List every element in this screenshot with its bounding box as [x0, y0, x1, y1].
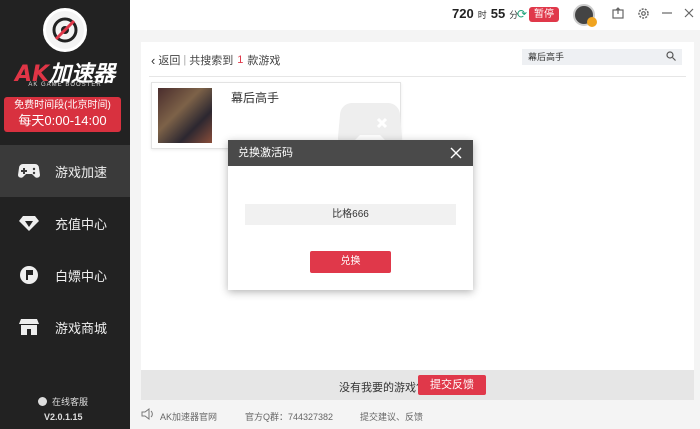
back-link[interactable]: 返回 — [158, 52, 180, 68]
logo-subtitle: AK GAME BOOSTER — [28, 82, 102, 88]
avatar[interactable] — [573, 4, 597, 27]
submit-feedback-button[interactable]: 提交反馈 — [418, 375, 486, 395]
dialog-header: 兑换激活码 — [228, 140, 473, 166]
result-prefix: 共搜索到 — [189, 55, 234, 67]
top-bar: 720 时 55 分 ⟳ 暂停 — [130, 0, 700, 30]
gamepad-icon — [18, 160, 40, 182]
game-card[interactable]: 幕后高手 — [151, 82, 402, 149]
close-icon[interactable] — [682, 7, 696, 21]
app-version: V2.0.1.15 — [44, 412, 83, 422]
sidebar-item-game-boost[interactable]: 游戏加速 — [0, 145, 130, 197]
feedback-prompt: 没有我要的游戏? — [339, 382, 423, 394]
sidebar-item-label: 充值中心 — [55, 216, 108, 232]
sidebar-item-freebies[interactable]: 白嫖中心 — [0, 249, 130, 301]
sidebar: AK加速器 AK GAME BOOSTER 免费时间段(北京时间) 每天0:00… — [0, 0, 130, 429]
sidebar-footer: 在线客服 V2.0.1.15 — [0, 395, 130, 429]
diamond-icon — [18, 212, 40, 234]
gear-icon[interactable] — [636, 7, 650, 21]
dialog-title: 兑换激活码 — [238, 147, 293, 159]
pause-button[interactable]: 暂停 — [529, 7, 559, 22]
app-logo: AK加速器 AK GAME BOOSTER — [0, 0, 130, 95]
feedback-bar: 没有我要的游戏? 提交反馈 — [141, 370, 694, 400]
online-service-link[interactable]: 在线客服 — [38, 395, 88, 408]
vip-badge-icon — [587, 17, 597, 27]
breadcrumb: ‹ 返回 | 共搜索到 1 款游戏 — [151, 52, 280, 68]
sidebar-item-recharge[interactable]: 充值中心 — [0, 197, 130, 249]
minutes-value: 55 — [490, 6, 506, 21]
flag-icon — [18, 264, 40, 286]
free-time-heading: 免费时间段(北京时间) — [14, 100, 111, 111]
share-icon[interactable] — [611, 7, 625, 21]
footer: AK加速器官网 官方Q群：744327382 提交建议、反馈 — [130, 400, 700, 429]
free-time-banner: 免费时间段(北京时间) 每天0:00-14:00 — [4, 97, 121, 132]
breadcrumb-separator: | — [183, 54, 187, 66]
redeem-code-dialog: 兑换激活码 比格666 兑换 — [228, 140, 473, 290]
sidebar-item-store[interactable]: 游戏商城 — [0, 301, 130, 353]
search-input[interactable]: 幕后高手 — [522, 49, 682, 65]
hours-unit: 时 — [477, 10, 487, 20]
result-suffix: 款游戏 — [247, 55, 281, 67]
redeem-button[interactable]: 兑换 — [310, 251, 391, 273]
result-count: 1 — [237, 54, 244, 66]
sidebar-item-label: 白嫖中心 — [55, 268, 108, 284]
official-site-link[interactable]: AK加速器官网 — [160, 410, 217, 423]
headset-icon — [38, 397, 47, 406]
refresh-icon[interactable]: ⟳ — [517, 7, 527, 21]
sidebar-nav: 游戏加速 充值中心 白嫖中心 游戏商城 — [0, 145, 130, 353]
suggestion-link[interactable]: 提交建议、反馈 — [360, 410, 423, 423]
game-cover-image — [158, 88, 212, 143]
sidebar-item-label: 游戏商城 — [55, 320, 108, 336]
remaining-time: 720 时 55 分 — [452, 6, 522, 21]
speaker-icon — [141, 408, 153, 420]
activation-code-input[interactable]: 比格666 — [245, 204, 456, 225]
chevron-left-icon[interactable]: ‹ — [151, 53, 155, 68]
divider — [149, 76, 686, 77]
sidebar-item-label: 游戏加速 — [55, 164, 108, 180]
hours-value: 720 — [452, 6, 474, 21]
minimize-icon[interactable] — [660, 7, 674, 21]
qq-group-link[interactable]: 官方Q群：744327382 — [245, 410, 333, 423]
free-time-hours: 每天0:00-14:00 — [18, 113, 107, 128]
logo-emblem-icon — [43, 8, 87, 52]
game-title: 幕后高手 — [231, 91, 280, 105]
search-icon[interactable] — [666, 51, 676, 61]
store-icon — [18, 316, 40, 338]
close-icon[interactable] — [449, 146, 463, 160]
